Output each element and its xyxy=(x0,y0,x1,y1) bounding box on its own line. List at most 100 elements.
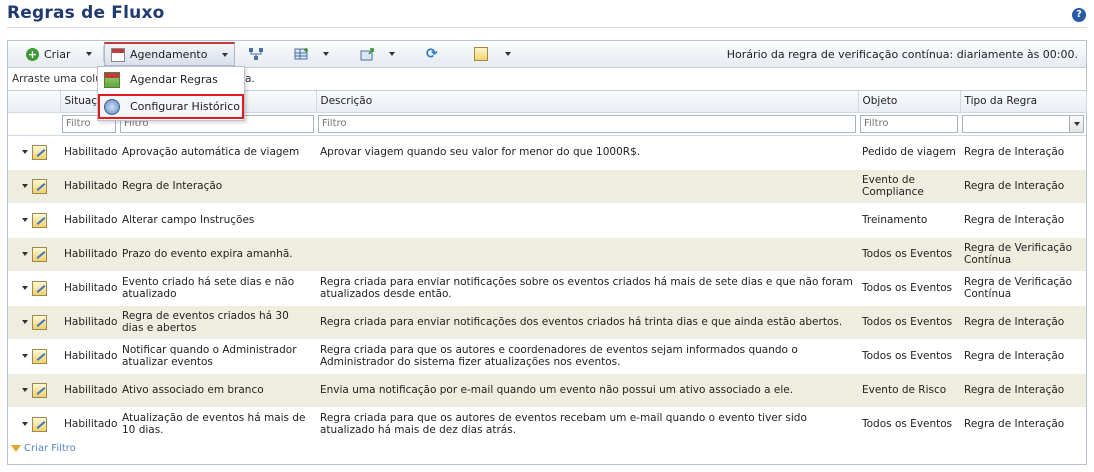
cell-description: Envia uma notificação por e-mail quando … xyxy=(316,373,858,408)
cell-rule-type: Regra de Verificação Contínua xyxy=(960,237,1086,272)
cell-status: Habilitado xyxy=(60,169,118,204)
export-button[interactable] xyxy=(360,44,395,64)
create-button[interactable]: + Criar xyxy=(26,44,92,64)
edit-row-icon[interactable] xyxy=(31,246,47,262)
cell-object: Pedido de viagem xyxy=(858,135,960,170)
edit-row-icon[interactable] xyxy=(31,382,47,398)
row-menu-chevron-icon[interactable] xyxy=(21,252,28,256)
edit-row-icon[interactable] xyxy=(31,416,47,432)
cell-object: Evento de Compliance xyxy=(858,169,960,204)
schedule-button[interactable]: Agendamento xyxy=(104,42,236,66)
edit-row-icon[interactable] xyxy=(31,348,47,364)
cell-rule-type: Regra de Interação xyxy=(960,169,1086,204)
table-row[interactable]: Habilitado Notificar quando o Administrad… xyxy=(8,339,1086,374)
cell-name: Notificar quando o Administrador atualiz… xyxy=(118,339,316,374)
edit-row-icon[interactable] xyxy=(31,212,47,228)
title-divider xyxy=(7,27,1087,28)
row-menu-chevron-icon[interactable] xyxy=(21,150,28,154)
refresh-button[interactable]: ⟳ xyxy=(426,44,442,64)
calendar-icon xyxy=(111,47,125,62)
table-row[interactable]: Habilitado Ativo associado em branco Envia… xyxy=(8,373,1086,408)
chevron-down-icon xyxy=(389,52,395,56)
cell-rule-type: Regra de Interação xyxy=(960,203,1086,238)
table-row[interactable]: Habilitado Prazo do evento expira amanhã.… xyxy=(8,237,1086,272)
row-menu-chevron-icon[interactable] xyxy=(21,286,28,290)
create-filter-label: Criar Filtro xyxy=(24,443,76,454)
actions-column-header xyxy=(8,91,61,113)
cell-object: Treinamento xyxy=(858,203,960,238)
plus-icon: + xyxy=(26,47,39,61)
cell-name: Alterar campo Instruções xyxy=(118,203,316,238)
chevron-down-icon xyxy=(222,52,229,57)
refresh-icon: ⟳ xyxy=(426,46,438,62)
help-icon[interactable]: ? xyxy=(1072,8,1086,22)
cell-description: Regra criada para enviar notificações do… xyxy=(316,305,858,340)
edit-row-icon[interactable] xyxy=(31,280,47,296)
cell-rule-type: Regra de Interação xyxy=(960,135,1086,170)
funnel-icon xyxy=(11,445,21,452)
edit-icon xyxy=(474,47,488,61)
menu-item-schedule-rules[interactable]: Agendar Regras xyxy=(98,67,244,92)
column-header-rule-type[interactable]: Tipo da Regra xyxy=(960,91,1087,113)
row-menu-chevron-icon[interactable] xyxy=(21,184,28,188)
cell-name: Ativo associado em branco xyxy=(118,373,316,408)
table-row[interactable]: Habilitado Alterar campo Instruções Treina… xyxy=(8,203,1086,238)
row-menu-chevron-icon[interactable] xyxy=(21,422,28,426)
menu-item-configure-history[interactable]: Configurar Histórico xyxy=(98,94,244,119)
column-header-object[interactable]: Objeto xyxy=(858,91,961,113)
cell-status: Habilitado xyxy=(60,271,118,306)
edit-button[interactable] xyxy=(474,44,511,64)
table-row[interactable]: Habilitado Regra de eventos criados há 30… xyxy=(8,305,1086,340)
cell-name: Regra de Interação xyxy=(118,169,316,204)
cell-status: Habilitado xyxy=(60,237,118,272)
cell-name: Regra de eventos criados há 30 dias e ab… xyxy=(118,305,316,340)
cell-description: Regra criada para enviar notificações so… xyxy=(316,271,858,306)
cell-name: Aprovação automática de viagem xyxy=(118,135,316,170)
cell-status: Habilitado xyxy=(60,135,118,170)
cell-object: Evento de Risco xyxy=(858,373,960,408)
filter-description[interactable] xyxy=(318,114,856,133)
columns-button[interactable] xyxy=(294,44,329,64)
chevron-down-icon xyxy=(1069,115,1083,132)
row-menu-chevron-icon[interactable] xyxy=(21,388,28,392)
table-row[interactable]: Habilitado Regra de Interação Evento de Co… xyxy=(8,169,1086,204)
cell-object: Todos os Eventos xyxy=(858,237,960,272)
rules-table: Situação Nome Descrição Objeto Tipo da R… xyxy=(8,91,1087,442)
edit-row-icon[interactable] xyxy=(31,144,47,160)
schedule-label: Agendamento xyxy=(130,48,208,61)
row-menu-chevron-icon[interactable] xyxy=(21,354,28,358)
edit-row-icon[interactable] xyxy=(31,178,47,194)
page-title: Regras de Fluxo xyxy=(7,3,165,23)
create-label: Criar xyxy=(44,47,71,61)
export-icon xyxy=(360,48,374,61)
edit-row-icon[interactable] xyxy=(31,314,47,330)
filter-object[interactable] xyxy=(860,114,958,133)
history-settings-icon xyxy=(104,98,120,115)
chevron-down-icon xyxy=(85,52,92,56)
cell-object: Todos os Eventos xyxy=(858,339,960,374)
cell-status: Habilitado xyxy=(60,203,118,238)
cell-object: Todos os Eventos xyxy=(858,271,960,306)
row-menu-chevron-icon[interactable] xyxy=(21,320,28,324)
table-row[interactable]: Habilitado Aprovação automática de viagem… xyxy=(8,135,1086,170)
create-filter-link[interactable]: Criar Filtro xyxy=(11,443,76,454)
cell-rule-type: Regra de Interação xyxy=(960,305,1086,340)
continuous-check-schedule-text: Horário da regra de verificação contínua… xyxy=(726,48,1078,61)
cell-rule-type: Regra de Interação xyxy=(960,407,1086,442)
cell-name: Prazo do evento expira amanhã. xyxy=(118,237,316,272)
cell-object: Todos os Eventos xyxy=(858,305,960,340)
cell-status: Habilitado xyxy=(60,339,118,374)
menu-item-label: Configurar Histórico xyxy=(130,100,241,113)
toolbar: + Criar Agendamento ⟳ Horário da regra d… xyxy=(8,41,1086,68)
filter-rule-type-select[interactable] xyxy=(962,114,1084,133)
table-row[interactable]: Habilitado Atualização de eventos há mais… xyxy=(8,407,1086,442)
hierarchy-button[interactable] xyxy=(248,44,264,64)
cell-rule-type: Regra de Interação xyxy=(960,339,1086,374)
row-menu-chevron-icon[interactable] xyxy=(21,218,28,222)
menu-item-label: Agendar Regras xyxy=(130,73,218,86)
column-header-description[interactable]: Descrição xyxy=(316,91,859,113)
chevron-down-icon xyxy=(323,52,329,56)
table-row[interactable]: Habilitado Evento criado há sete dias e n… xyxy=(8,271,1086,306)
cell-status: Habilitado xyxy=(60,305,118,340)
cell-description xyxy=(316,203,858,238)
